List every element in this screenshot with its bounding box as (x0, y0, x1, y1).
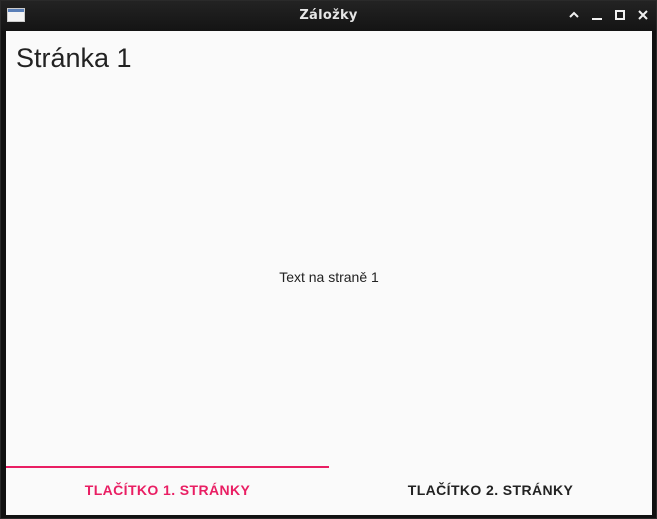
window-title: Záložky (299, 8, 358, 23)
maximize-button[interactable] (612, 7, 628, 23)
titlebar[interactable]: Záložky (1, 1, 656, 31)
minimize-icon (592, 18, 602, 20)
page-content: Stránka 1 Text na straně 1 TLAČÍTKO 1. S… (6, 31, 652, 515)
close-button[interactable] (635, 7, 651, 23)
chevron-up-icon (569, 11, 579, 18)
app-window: Záložky Stránka 1 Text na straně 1 TLAČÍ… (0, 0, 657, 519)
minimize-button[interactable] (589, 7, 605, 23)
tab-page-2[interactable]: TLAČÍTKO 2. STRÁNKY (329, 466, 652, 515)
close-icon (638, 10, 648, 20)
maximize-icon (615, 10, 625, 20)
shade-button[interactable] (566, 7, 582, 23)
page-text: Text na straně 1 (279, 269, 379, 285)
tab-page-1[interactable]: TLAČÍTKO 1. STRÁNKY (6, 466, 329, 515)
page-title: Stránka 1 (16, 43, 132, 73)
tab-bar: TLAČÍTKO 1. STRÁNKY TLAČÍTKO 2. STRÁNKY (6, 466, 652, 515)
